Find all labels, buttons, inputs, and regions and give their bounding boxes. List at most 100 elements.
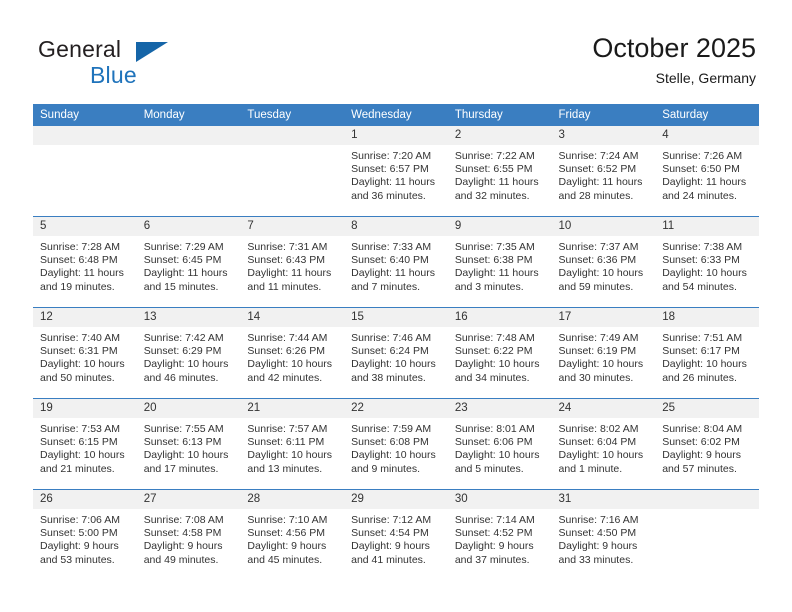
day-details: Sunrise: 8:02 AM Sunset: 6:04 PM Daylight:…	[552, 418, 656, 476]
calendar-day-cell[interactable]: 28 Sunrise: 7:10 AM Sunset: 4:56 PM Dayligh…	[240, 489, 345, 580]
sunrise-text: Sunrise: 7:59 AM	[351, 423, 432, 435]
calendar-day-cell[interactable]: 6 Sunrise: 7:29 AM Sunset: 6:45 PM Daylight…	[136, 216, 241, 308]
daylight-text: Daylight: 10 hours and 59 minutes.	[558, 267, 644, 293]
calendar-day-cell[interactable]: 3 Sunrise: 7:24 AM Sunset: 6:52 PM Daylight…	[551, 126, 656, 217]
sunset-text: Sunset: 6:15 PM	[40, 436, 118, 449]
sunrise-text: Sunrise: 7:57 AM	[247, 423, 328, 435]
daylight-text: Daylight: 10 hours and 5 minutes.	[454, 449, 540, 475]
day-number: 28	[240, 490, 345, 509]
day-details: Sunrise: 7:29 AM Sunset: 6:45 PM Daylight:…	[137, 236, 241, 294]
daylight-text: Daylight: 9 hours and 33 minutes.	[558, 540, 638, 566]
day-details: Sunrise: 8:04 AM Sunset: 6:02 PM Daylight:…	[655, 418, 759, 476]
daylight-text: Daylight: 9 hours and 49 minutes.	[143, 540, 223, 566]
calendar-day-cell[interactable]: 31 Sunrise: 7:16 AM Sunset: 4:50 PM Dayligh…	[551, 489, 656, 580]
calendar-day-cell[interactable]: 8 Sunrise: 7:33 AM Sunset: 6:40 PM Daylight…	[344, 216, 448, 308]
calendar-day-cell[interactable]: 21 Sunrise: 7:57 AM Sunset: 6:11 PM Dayligh…	[240, 398, 345, 490]
calendar-day-cell[interactable]: 10 Sunrise: 7:37 AM Sunset: 6:36 PM Dayligh…	[551, 216, 656, 308]
sunrise-text: Sunrise: 7:40 AM	[40, 332, 120, 344]
calendar-day-cell[interactable]: 16 Sunrise: 7:48 AM Sunset: 6:22 PM Dayligh…	[447, 307, 552, 399]
calendar-day-cell[interactable]: 29 Sunrise: 7:12 AM Sunset: 4:54 PM Dayligh…	[344, 489, 448, 580]
sunset-text: Sunset: 6:55 PM	[454, 163, 533, 176]
day-number: 3	[551, 126, 656, 145]
sunrise-text: Sunrise: 7:10 AM	[247, 514, 328, 526]
weekday-header-sunday: Sunday	[33, 104, 137, 126]
sunset-text: Sunset: 6:06 PM	[454, 436, 533, 449]
day-details: Sunrise: 7:31 AM Sunset: 6:43 PM Daylight:…	[240, 236, 344, 294]
sunrise-text: Sunrise: 7:46 AM	[351, 332, 432, 344]
day-details: Sunrise: 7:14 AM Sunset: 4:52 PM Daylight:…	[448, 509, 552, 567]
calendar-day-cell[interactable]: 25 Sunrise: 8:04 AM Sunset: 6:02 PM Dayligh…	[655, 398, 759, 490]
calendar-day-cell[interactable]: 4 Sunrise: 7:26 AM Sunset: 6:50 PM Daylight…	[655, 126, 759, 217]
sunset-text: Sunset: 6:24 PM	[351, 345, 429, 358]
calendar-day-cell[interactable]: 14 Sunrise: 7:44 AM Sunset: 6:26 PM Dayligh…	[240, 307, 345, 399]
calendar-day-cell[interactable]: 27 Sunrise: 7:08 AM Sunset: 4:58 PM Dayligh…	[136, 489, 241, 580]
day-number: 7	[240, 217, 345, 236]
calendar-table: Sunday Monday Tuesday Wednesday Thursday…	[33, 104, 759, 580]
calendar-day-cell[interactable]: 26 Sunrise: 7:06 AM Sunset: 5:00 PM Dayligh…	[33, 489, 137, 580]
day-number: 25	[655, 399, 759, 418]
day-number	[240, 126, 345, 145]
daylight-text: Daylight: 10 hours and 34 minutes.	[454, 358, 540, 384]
calendar-day-cell[interactable]: 12 Sunrise: 7:40 AM Sunset: 6:31 PM Dayligh…	[33, 307, 137, 399]
sunset-text: Sunset: 6:17 PM	[662, 345, 740, 358]
sunset-text: Sunset: 6:29 PM	[143, 345, 222, 358]
calendar-day-cell[interactable]: 15 Sunrise: 7:46 AM Sunset: 6:24 PM Dayligh…	[344, 307, 448, 399]
calendar-day-cell[interactable]: 7 Sunrise: 7:31 AM Sunset: 6:43 PM Daylight…	[240, 216, 345, 308]
day-number: 2	[447, 126, 552, 145]
calendar-page: General Blue October 2025 Stelle, German…	[0, 0, 792, 612]
weekday-header-wednesday: Wednesday	[344, 104, 448, 126]
calendar-day-cell[interactable]: 24 Sunrise: 8:02 AM Sunset: 6:04 PM Dayligh…	[551, 398, 656, 490]
calendar-cell-empty	[655, 489, 759, 580]
sunrise-text: Sunrise: 8:01 AM	[454, 423, 535, 435]
day-number: 23	[447, 399, 552, 418]
daylight-text: Daylight: 10 hours and 42 minutes.	[247, 358, 333, 384]
day-number: 21	[240, 399, 345, 418]
calendar-cell-empty	[33, 126, 137, 217]
calendar-day-cell[interactable]: 17 Sunrise: 7:49 AM Sunset: 6:19 PM Dayligh…	[551, 307, 656, 399]
day-details: Sunrise: 7:26 AM Sunset: 6:50 PM Daylight:…	[655, 145, 759, 203]
calendar-day-cell[interactable]: 1 Sunrise: 7:20 AM Sunset: 6:57 PM Daylight…	[344, 126, 448, 217]
page-header: General Blue October 2025 Stelle, German…	[0, 0, 792, 104]
calendar-day-cell[interactable]: 19 Sunrise: 7:53 AM Sunset: 6:15 PM Dayligh…	[33, 398, 137, 490]
day-details: Sunrise: 7:55 AM Sunset: 6:13 PM Daylight:…	[137, 418, 241, 476]
sunset-text: Sunset: 4:56 PM	[247, 527, 326, 540]
calendar-day-cell[interactable]: 9 Sunrise: 7:35 AM Sunset: 6:38 PM Daylight…	[447, 216, 552, 308]
calendar-day-cell[interactable]: 23 Sunrise: 8:01 AM Sunset: 6:06 PM Dayligh…	[447, 398, 552, 490]
sunset-text: Sunset: 6:38 PM	[454, 254, 533, 267]
sunrise-text: Sunrise: 7:24 AM	[558, 150, 639, 162]
sunset-text: Sunset: 6:26 PM	[247, 345, 326, 358]
calendar-day-cell[interactable]: 13 Sunrise: 7:42 AM Sunset: 6:29 PM Dayligh…	[136, 307, 241, 399]
daylight-text: Daylight: 10 hours and 21 minutes.	[40, 449, 125, 475]
day-number: 27	[136, 490, 241, 509]
weekday-header-monday: Monday	[136, 104, 241, 126]
day-number: 5	[33, 217, 137, 236]
daylight-text: Daylight: 10 hours and 38 minutes.	[351, 358, 436, 384]
calendar-day-cell[interactable]: 18 Sunrise: 7:51 AM Sunset: 6:17 PM Dayligh…	[655, 307, 759, 399]
day-number: 15	[344, 308, 448, 327]
calendar-day-cell[interactable]: 2 Sunrise: 7:22 AM Sunset: 6:55 PM Daylight…	[447, 126, 552, 217]
calendar-day-cell[interactable]: 5 Sunrise: 7:28 AM Sunset: 6:48 PM Daylight…	[33, 216, 137, 308]
calendar-day-cell[interactable]: 22 Sunrise: 7:59 AM Sunset: 6:08 PM Dayligh…	[344, 398, 448, 490]
weekday-header-tuesday: Tuesday	[240, 104, 345, 126]
daylight-text: Daylight: 11 hours and 3 minutes.	[454, 267, 539, 293]
sunrise-text: Sunrise: 7:42 AM	[143, 332, 224, 344]
daylight-text: Daylight: 10 hours and 13 minutes.	[247, 449, 333, 475]
sunset-text: Sunset: 6:33 PM	[662, 254, 740, 267]
day-number: 11	[655, 217, 759, 236]
sunrise-text: Sunrise: 7:14 AM	[454, 514, 535, 526]
day-details: Sunrise: 7:59 AM Sunset: 6:08 PM Daylight:…	[344, 418, 448, 476]
calendar-cell-empty	[240, 126, 345, 217]
calendar-week-row: 12 Sunrise: 7:40 AM Sunset: 6:31 PM Dayligh…	[33, 307, 759, 399]
sunrise-text: Sunrise: 7:16 AM	[558, 514, 639, 526]
sunrise-text: Sunrise: 7:20 AM	[351, 150, 432, 162]
day-number: 24	[551, 399, 656, 418]
daylight-text: Daylight: 10 hours and 17 minutes.	[143, 449, 229, 475]
sunrise-text: Sunrise: 7:12 AM	[351, 514, 432, 526]
daylight-text: Daylight: 11 hours and 32 minutes.	[454, 176, 539, 202]
calendar-day-cell[interactable]: 20 Sunrise: 7:55 AM Sunset: 6:13 PM Dayligh…	[136, 398, 241, 490]
calendar-day-cell[interactable]: 11 Sunrise: 7:38 AM Sunset: 6:33 PM Dayligh…	[655, 216, 759, 308]
daylight-text: Daylight: 11 hours and 36 minutes.	[351, 176, 435, 202]
sunrise-text: Sunrise: 7:48 AM	[454, 332, 535, 344]
day-details: Sunrise: 7:22 AM Sunset: 6:55 PM Daylight:…	[448, 145, 552, 203]
calendar-day-cell[interactable]: 30 Sunrise: 7:14 AM Sunset: 4:52 PM Dayligh…	[447, 489, 552, 580]
